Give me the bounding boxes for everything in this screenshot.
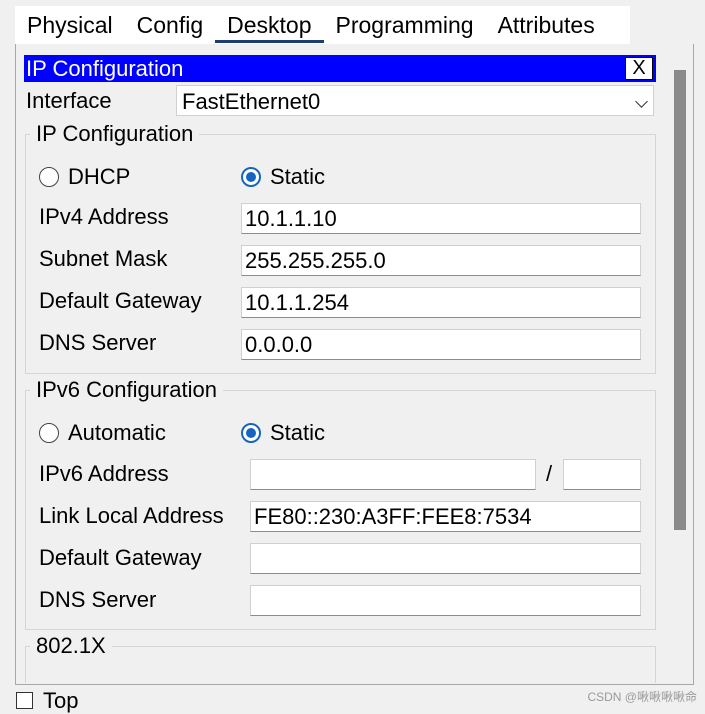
vertical-scrollbar[interactable]	[674, 70, 686, 530]
prefix-separator: /	[546, 461, 553, 486]
ipv6-group-title: IPv6 Configuration	[30, 377, 223, 403]
interface-select[interactable]: FastEthernet0	[176, 85, 654, 116]
dot1x-group	[25, 646, 656, 683]
ipv6-address-label: IPv6 Address	[39, 461, 169, 486]
tab-desktop[interactable]: Desktop	[215, 6, 324, 44]
close-button[interactable]: X	[625, 57, 653, 80]
ipv4-address-label: IPv4 Address	[39, 204, 169, 229]
top-checkbox[interactable]	[16, 692, 33, 709]
ipv4-group-title: IP Configuration	[30, 121, 200, 147]
ipv6-prefix-field[interactable]	[563, 459, 641, 490]
ipv6-dns-label: DNS Server	[39, 587, 157, 612]
ipv4-dns-value: 0.0.0.0	[245, 332, 313, 357]
tab-programming[interactable]: Programming	[324, 6, 486, 44]
ipv6-auto-label: Automatic	[68, 420, 166, 445]
tab-bar: Physical Config Desktop Programming Attr…	[15, 6, 630, 44]
tab-physical[interactable]: Physical	[15, 6, 125, 44]
link-local-label: Link Local Address	[39, 503, 224, 528]
ipv6-static-label: Static	[270, 420, 326, 445]
ipv4-static-radio[interactable]	[241, 167, 261, 187]
subnet-mask-field[interactable]: 255.255.255.0	[241, 245, 641, 276]
link-local-field[interactable]: FE80::230:A3FF:FEE8:7534	[250, 501, 641, 532]
dot1x-group-title: 802.1X	[30, 633, 112, 659]
ipv4-static-label: Static	[270, 164, 326, 189]
ipv4-dns-field[interactable]: 0.0.0.0	[241, 329, 641, 360]
tab-config[interactable]: Config	[125, 6, 215, 44]
subnet-mask-value: 255.255.255.0	[245, 248, 386, 273]
ipv6-auto-radio[interactable]	[39, 423, 59, 443]
interface-label: Interface	[26, 88, 112, 113]
ipv6-gateway-field[interactable]	[250, 543, 641, 574]
watermark: CSDN @啾啾啾啾命	[587, 690, 697, 704]
tab-attributes[interactable]: Attributes	[486, 6, 607, 44]
ipv4-address-value: 10.1.1.10	[245, 206, 337, 231]
ipv4-gateway-value: 10.1.1.254	[245, 290, 349, 315]
ipv6-gateway-label: Default Gateway	[39, 545, 202, 570]
ipv4-gateway-field[interactable]: 10.1.1.254	[241, 287, 641, 318]
ipv6-dns-field[interactable]	[250, 585, 641, 616]
ipv4-address-field[interactable]: 10.1.1.10	[241, 203, 641, 234]
ipv4-gateway-label: Default Gateway	[39, 288, 202, 313]
interface-value: FastEthernet0	[182, 89, 321, 114]
window-titlebar: IP Configuration X	[24, 55, 656, 82]
dhcp-label: DHCP	[68, 164, 131, 189]
dhcp-radio[interactable]	[39, 167, 59, 187]
ipv6-address-field[interactable]	[250, 459, 536, 490]
ipv6-static-radio[interactable]	[241, 423, 261, 443]
window-title: IP Configuration	[26, 56, 184, 81]
chevron-down-icon	[635, 95, 648, 108]
ipv4-dns-label: DNS Server	[39, 330, 157, 355]
link-local-value: FE80::230:A3FF:FEE8:7534	[254, 504, 532, 529]
subnet-mask-label: Subnet Mask	[39, 246, 168, 271]
top-label: Top	[43, 688, 79, 713]
